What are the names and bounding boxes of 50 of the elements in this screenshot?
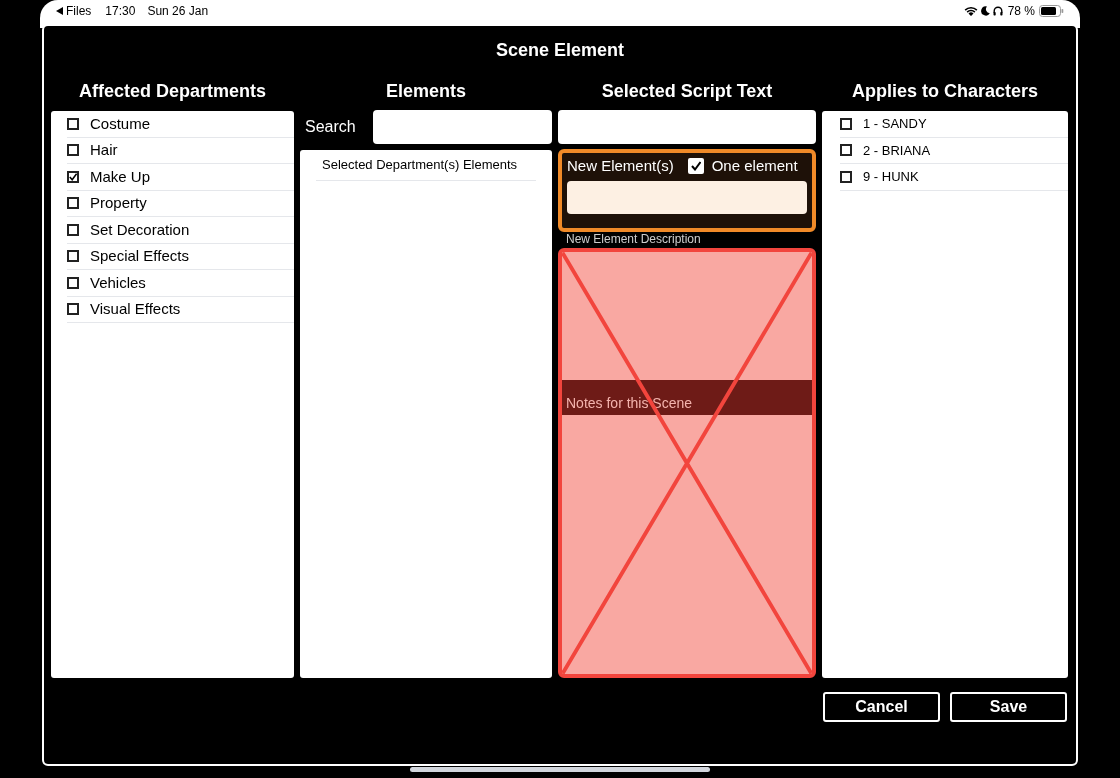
checkbox-label: One element [711,156,798,176]
checkbox[interactable] [840,170,852,183]
wifi-icon [963,5,978,17]
checkbox-label: Visual Effects [90,299,181,319]
checkbox-label: Vehicles [90,272,146,293]
checkbox-label: 9 - HUNK [863,168,919,186]
checkbox-label: Hair [90,140,118,160]
checkbox[interactable] [687,158,704,175]
column-heading: Affected Departments [77,80,267,103]
new-element-field[interactable] [567,180,807,214]
status-date: Sun 26 Jan [147,3,209,20]
checkbox[interactable] [67,223,79,236]
column-heading: Selected Script Text [600,80,774,103]
checkbox[interactable] [840,144,852,157]
checkbox[interactable] [67,170,79,183]
checkbox-label: Set Decoration [90,219,190,240]
search-label: Search [305,117,357,137]
column-heading: Elements [384,80,467,103]
battery-icon [1039,5,1064,17]
checkbox[interactable] [67,144,79,157]
checkbox-label: Costume [90,113,151,134]
headphones-icon [992,6,1003,16]
moon-icon [980,6,990,16]
battery-percent: 78 % [1007,3,1035,20]
checkbox-label: Property [90,193,147,213]
dialog-title: Scene Element [494,39,626,62]
checkbox[interactable] [67,197,79,210]
notes-label: Notes for this Scene [562,379,812,415]
checkbox[interactable] [67,117,79,130]
checkbox[interactable] [67,303,79,316]
checkbox-label: Special Effects [90,246,189,266]
checkmark-icon [69,171,77,182]
back-link[interactable]: Files [66,2,92,20]
new-elements-label: New Element(s) [567,156,674,176]
checkbox-label: 2 - BRIANA [863,141,931,160]
back-arrow-icon[interactable] [56,7,63,15]
checkbox-label: Make Up [90,166,151,187]
cancel-button[interactable]: Cancel [823,692,940,722]
checkbox[interactable] [67,276,79,289]
column-heading: Applies to Characters [850,80,1040,103]
checkbox-label: 1 - SANDY [863,115,927,133]
save-button[interactable]: Save [950,692,1067,722]
description-label: New Element Description [565,231,702,247]
script-text-field[interactable] [558,110,816,144]
checkbox[interactable] [840,117,852,130]
list-header: Selected Department(s) Elements [316,150,536,181]
search-field[interactable] [373,110,552,144]
status-time: 17:30 [105,3,136,20]
checkmark-icon [690,161,701,172]
checkbox[interactable] [67,250,79,263]
